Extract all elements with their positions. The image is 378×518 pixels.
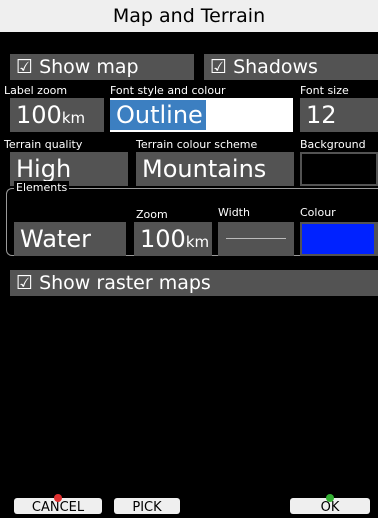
- zoom-label: Zoom: [136, 208, 168, 221]
- width-label: Width: [218, 206, 250, 219]
- font-size-label: Font size: [300, 84, 349, 97]
- font-size-field[interactable]: 12: [300, 98, 378, 132]
- background-label: Background: [300, 138, 366, 151]
- elements-legend: Elements: [14, 181, 70, 194]
- colour-swatch: [302, 224, 374, 254]
- pick-button[interactable]: PICK: [114, 498, 180, 515]
- show-raster-maps-checkbox[interactable]: ☑ Show raster maps: [10, 270, 378, 296]
- terrain-quality-value: High: [16, 155, 72, 183]
- font-size-value: 12: [306, 101, 337, 129]
- width-line-preview: [226, 238, 286, 239]
- show-map-checkbox[interactable]: ☑ Show map: [10, 54, 194, 80]
- element-value: Water: [20, 225, 91, 253]
- pick-label: PICK: [132, 500, 162, 515]
- cancel-label: CANCEL: [31, 500, 85, 515]
- font-style-field[interactable]: Outline: [110, 98, 293, 132]
- window-title: Map and Terrain: [0, 0, 378, 32]
- element-selector[interactable]: Water: [14, 222, 126, 256]
- shadows-checkbox[interactable]: ☑ Shadows: [204, 54, 378, 80]
- background-field[interactable]: [300, 152, 378, 186]
- label-zoom-unit: km: [61, 109, 86, 127]
- label-zoom-value: 100: [16, 101, 62, 129]
- element-colour-field[interactable]: [300, 222, 378, 256]
- element-zoom-unit: km: [185, 233, 210, 251]
- element-zoom-field[interactable]: 100km: [134, 222, 212, 256]
- label-zoom-label: Label zoom: [4, 84, 68, 97]
- ok-indicator-icon: [326, 494, 334, 502]
- colour-label: Colour: [300, 206, 336, 219]
- element-width-field[interactable]: [218, 222, 294, 256]
- element-zoom-value: 100: [140, 225, 186, 253]
- font-style-value: Outline: [110, 100, 206, 130]
- font-style-label: Font style and colour: [110, 84, 226, 97]
- terrain-quality-label: Terrain quality: [4, 138, 83, 151]
- terrain-scheme-label: Terrain colour scheme: [136, 138, 258, 151]
- label-zoom-field[interactable]: 100km: [10, 98, 104, 132]
- ok-label: OK: [320, 500, 340, 515]
- terrain-scheme-value: Mountains: [142, 155, 267, 183]
- cancel-indicator-icon: [54, 494, 62, 502]
- terrain-scheme-field[interactable]: Mountains: [136, 152, 294, 186]
